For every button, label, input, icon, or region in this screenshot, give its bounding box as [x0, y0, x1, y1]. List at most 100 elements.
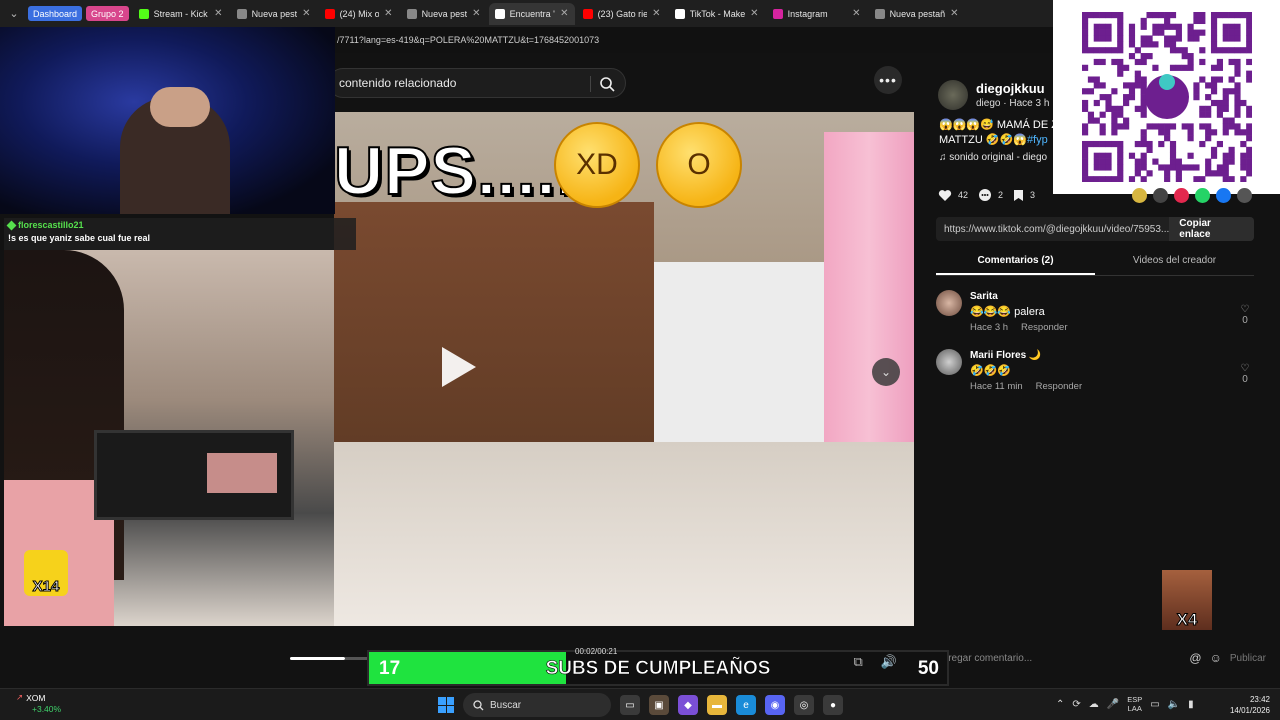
clock-time: 23:42: [1249, 695, 1270, 704]
close-tab-icon[interactable]: ✕: [472, 8, 480, 19]
browser-tab[interactable]: Nueva pestaña ✕: [231, 3, 317, 25]
like-count: 42: [958, 190, 969, 200]
pika-count: X14: [32, 578, 60, 596]
browser-tab[interactable]: Instagram ✕: [767, 3, 867, 25]
task-view-icon[interactable]: ▭: [620, 695, 640, 715]
close-tab-icon[interactable]: ✕: [560, 8, 568, 19]
chrome-icon[interactable]: ◎: [794, 695, 814, 715]
video-scene-wardrobe: [334, 202, 654, 482]
more-options-button[interactable]: •••: [874, 66, 902, 94]
author-row[interactable]: diegojkkuu diego · Hace 3 h: [938, 80, 1049, 110]
search-icon[interactable]: [599, 76, 615, 92]
volume-icon[interactable]: 🔊: [881, 654, 897, 670]
send-icon[interactable]: [1174, 188, 1189, 203]
author-avatar[interactable]: [938, 80, 968, 110]
emoji-picker-icon[interactable]: ☺: [1210, 651, 1222, 665]
browser-tab[interactable]: Encuentra 'POLER ✕: [488, 2, 575, 25]
browser-tab-title: Nueva pestaña: [889, 8, 946, 19]
microphone-icon[interactable]: 🎤: [1107, 699, 1119, 710]
search-divider: [590, 76, 591, 92]
close-tab-icon[interactable]: ✕: [750, 8, 758, 19]
kick-icon: [138, 8, 149, 19]
background-monitor: [94, 430, 294, 520]
chat-username: florescastillo21: [6, 220, 352, 230]
whatsapp-icon[interactable]: [1195, 188, 1210, 203]
taskbar-search[interactable]: Buscar: [463, 693, 611, 717]
close-tab-icon[interactable]: ✕: [214, 8, 222, 19]
browser-tab-title: Nueva pestaña: [421, 8, 468, 19]
like-button[interactable]: 42: [938, 189, 968, 202]
language-indicator[interactable]: ESP LAA: [1127, 695, 1142, 713]
browser-tab[interactable]: Stream - Kick Das ✕: [133, 3, 229, 25]
tab-group-dashboard[interactable]: Dashboard: [28, 6, 83, 21]
close-tab-icon[interactable]: ✕: [384, 8, 392, 19]
embed-icon[interactable]: [1153, 188, 1168, 203]
browser-tab[interactable]: Nueva pestaña ✕: [869, 3, 965, 25]
close-tab-icon[interactable]: ✕: [302, 8, 310, 19]
volume-icon[interactable]: 🔈: [1168, 699, 1180, 710]
share-arrow-icon[interactable]: [1237, 188, 1252, 203]
tab-comments[interactable]: Comentarios (2): [936, 250, 1095, 275]
browser-tab[interactable]: (23) Gato riendo ✕: [577, 3, 667, 25]
file-explorer-icon[interactable]: ▬: [707, 695, 727, 715]
publish-button[interactable]: Publicar: [1230, 653, 1266, 664]
video-progress-track[interactable]: [345, 657, 367, 660]
add-comment-placeholder: Agregar comentario...: [936, 652, 1033, 664]
sync-icon[interactable]: ⟳: [1072, 699, 1080, 710]
hashtag-link[interactable]: #fyp: [1027, 134, 1048, 146]
play-icon[interactable]: [442, 347, 476, 387]
close-tab-icon[interactable]: ✕: [950, 8, 958, 19]
page-icon: [874, 8, 885, 19]
sound-link[interactable]: ♫ sonido original - diego: [939, 152, 1047, 163]
next-video-chevron-icon[interactable]: ⌄: [872, 358, 900, 386]
tab-creator-videos[interactable]: Videos del creador: [1095, 250, 1254, 275]
copilot-icon[interactable]: ◆: [678, 695, 698, 715]
battery-icon[interactable]: ▮: [1188, 699, 1194, 710]
subs-goal-target: 50: [917, 658, 939, 679]
comment-meta: Hace 11 min Responder: [970, 381, 1083, 392]
edge-icon[interactable]: e: [736, 695, 756, 715]
browser-tab-title: Instagram: [787, 8, 828, 19]
chat-message: florescastillo21 !s es que yaniz sabe cu…: [4, 218, 356, 250]
windows-start-icon[interactable]: [438, 697, 454, 713]
video-progress-fill[interactable]: [290, 657, 345, 660]
mention-icon[interactable]: @: [1189, 651, 1201, 665]
store-icon[interactable]: ▣: [649, 695, 669, 715]
discord-icon[interactable]: ◉: [765, 695, 785, 715]
miniplayer-icon[interactable]: ⧉: [854, 654, 863, 670]
onedrive-icon[interactable]: ☁: [1089, 699, 1099, 710]
tab-list-chevron-icon[interactable]: ⌄: [4, 4, 24, 24]
video-player[interactable]: UPS..... XD O: [334, 112, 914, 626]
commenter-avatar[interactable]: [936, 349, 962, 375]
tab-group-grupo-2[interactable]: Grupo 2: [86, 6, 129, 21]
browser-tab[interactable]: (24) Mix of t ✕: [319, 3, 399, 25]
commenter-name[interactable]: Sarita: [970, 291, 998, 302]
share-link-text[interactable]: https://www.tiktok.com/@diegojkkuu/video…: [944, 224, 1169, 235]
address-bar[interactable]: /7711?lang=es-419&q=POLERA%20MATTZU&t=17…: [335, 27, 1053, 53]
obs-icon[interactable]: ●: [823, 695, 843, 715]
comment-button[interactable]: 2: [978, 188, 1003, 202]
laughing-emoji-icon: XD: [554, 122, 640, 208]
facebook-icon[interactable]: [1216, 188, 1231, 203]
search-input[interactable]: contenido relacionado: [328, 68, 626, 98]
browser-tab[interactable]: Nueva pestaña ✕: [401, 3, 487, 25]
copy-link-button[interactable]: Copiar enlace: [1169, 217, 1254, 241]
comment-like-button[interactable]: ♡ 0: [1238, 304, 1252, 326]
close-tab-icon[interactable]: ✕: [852, 8, 860, 19]
browser-tab-title: (23) Gato riendo: [597, 8, 648, 19]
close-tab-icon[interactable]: ✕: [652, 8, 660, 19]
add-comment-field[interactable]: Agregar comentario... @ ☺ Publicar: [936, 646, 1266, 670]
reply-button[interactable]: Responder: [1036, 381, 1082, 392]
browser-tab[interactable]: TikTok - Make Yo ✕: [669, 3, 765, 25]
reply-button[interactable]: Responder: [1021, 322, 1067, 333]
commenter-avatar[interactable]: [936, 290, 962, 316]
system-clock[interactable]: 23:42 14/01/2026: [1226, 694, 1270, 716]
tray-overflow-chevron-icon[interactable]: ⌃: [1056, 699, 1064, 710]
save-button[interactable]: 3: [1013, 189, 1035, 202]
monitor-icon[interactable]: ▭: [1150, 699, 1159, 710]
author-name[interactable]: diegojkkuu: [976, 81, 1049, 96]
commenter-name[interactable]: Marii Flores 🌙: [970, 350, 1041, 361]
coin-icon[interactable]: [1132, 188, 1147, 203]
comment-like-button[interactable]: ♡ 0: [1238, 363, 1252, 385]
stock-widget[interactable]: ↗ XOM +3.40%: [16, 692, 61, 714]
